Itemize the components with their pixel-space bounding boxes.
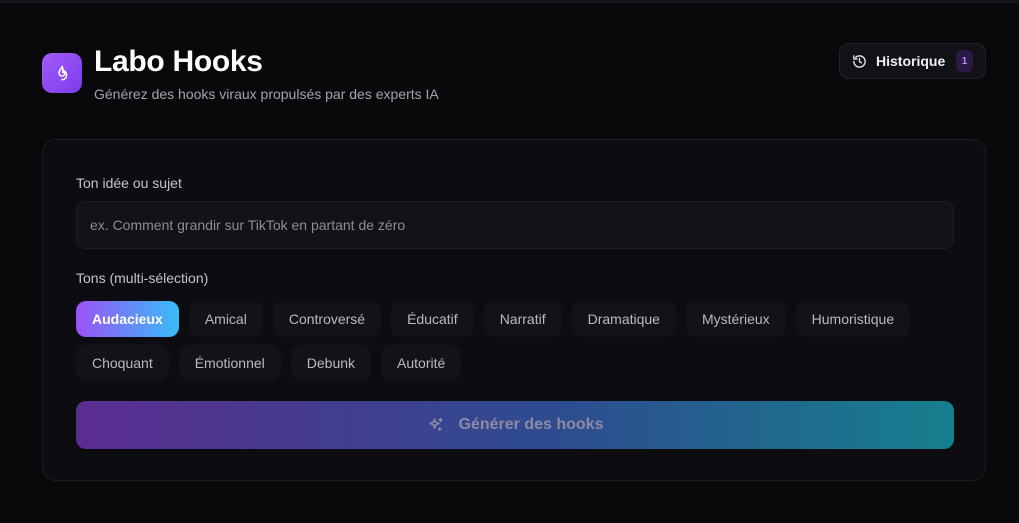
tones-selector: Audacieux Amical Controversé Éducatif Na… xyxy=(76,301,954,389)
tone-chip-educatif[interactable]: Éducatif xyxy=(391,301,474,337)
page-subtitle: Générez des hooks viraux propulsés par d… xyxy=(94,86,439,102)
history-icon xyxy=(853,54,866,68)
hook-form-card: Ton idée ou sujet Tons (multi-sélection)… xyxy=(42,139,986,481)
generate-hooks-button[interactable]: Générer des hooks xyxy=(76,401,954,449)
tone-chip-dramatique[interactable]: Dramatique xyxy=(571,301,676,337)
tone-chip-humoristique[interactable]: Humoristique xyxy=(795,301,911,337)
idea-label: Ton idée ou sujet xyxy=(76,175,182,191)
page-header: Labo Hooks Générez des hooks viraux prop… xyxy=(42,43,986,104)
generate-label: Générer des hooks xyxy=(458,416,604,433)
history-count-badge: 1 xyxy=(956,50,973,72)
tone-chip-autorite[interactable]: Autorité xyxy=(381,345,462,381)
top-border xyxy=(0,0,1019,3)
history-button[interactable]: Historique 1 xyxy=(839,43,986,79)
tone-chip-narratif[interactable]: Narratif xyxy=(483,301,562,337)
tone-chip-mysterieux[interactable]: Mystérieux xyxy=(685,301,786,337)
history-label: Historique xyxy=(876,53,946,69)
tone-chip-controverse[interactable]: Controversé xyxy=(272,301,382,337)
app-logo xyxy=(42,53,82,93)
tone-chip-amical[interactable]: Amical xyxy=(188,301,263,337)
page-title: Labo Hooks xyxy=(94,45,263,78)
tones-row-1: Audacieux Amical Controversé Éducatif Na… xyxy=(76,301,954,337)
idea-input[interactable] xyxy=(76,201,954,249)
tone-chip-audacieux[interactable]: Audacieux xyxy=(76,301,179,337)
tone-chip-emotionnel[interactable]: Émotionnel xyxy=(178,345,281,381)
flame-icon xyxy=(58,65,68,81)
tone-chip-choquant[interactable]: Choquant xyxy=(76,345,169,381)
tones-row-2: Choquant Émotionnel Debunk Autorité xyxy=(76,345,954,381)
tone-chip-debunk[interactable]: Debunk xyxy=(290,345,372,381)
tones-label: Tons (multi-sélection) xyxy=(76,270,209,286)
sparkles-icon xyxy=(428,417,443,431)
